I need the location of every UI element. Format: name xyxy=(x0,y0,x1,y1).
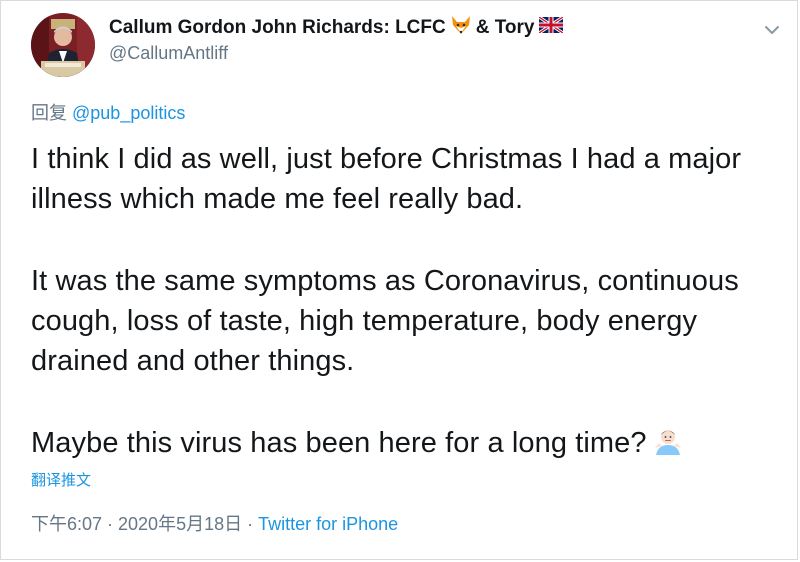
meta-separator: · xyxy=(242,514,259,534)
tweet-card: Callum Gordon John Richards: LCFC & Tory xyxy=(0,0,798,560)
avatar-photo xyxy=(31,13,95,77)
user-handle[interactable]: @CallumAntliff xyxy=(109,43,567,64)
chevron-down-icon[interactable] xyxy=(759,17,785,43)
tweet-text: I think I did as well, just before Chris… xyxy=(31,139,791,467)
reply-prefix: 回复 xyxy=(31,103,67,123)
display-name[interactable]: Callum Gordon John Richards: LCFC & Tory xyxy=(109,15,567,41)
tweet-header: Callum Gordon John Richards: LCFC & Tory xyxy=(31,13,567,79)
tweet-meta: 下午6:07 · 2020年5月18日 · Twitter for iPhone xyxy=(31,510,398,536)
display-name-text: Callum Gordon John Richards: LCFC xyxy=(109,17,446,38)
person-shrugging-icon xyxy=(653,426,683,467)
reply-context: 回复 @pub_politics xyxy=(31,99,185,125)
tweet-timestamp[interactable]: 下午6:07 · 2020年5月18日 xyxy=(31,514,242,534)
fox-face-icon xyxy=(450,15,472,41)
translate-tweet-link[interactable]: 翻译推文 xyxy=(31,469,91,490)
uk-flag-icon xyxy=(537,15,564,39)
tweet-paragraph-2: It was the same symptoms as Coronavirus,… xyxy=(31,265,739,377)
tweet-paragraph-3: Maybe this virus has been here for a lon… xyxy=(31,423,791,467)
tweet-source-link[interactable]: Twitter for iPhone xyxy=(258,514,398,534)
avatar[interactable] xyxy=(31,13,95,77)
tweet-paragraph-1: I think I did as well, just before Chris… xyxy=(31,143,742,215)
display-name-suffix: & Tory xyxy=(475,17,535,38)
tweet-paragraph-3-text: Maybe this virus has been here for a lon… xyxy=(31,427,647,459)
reply-mention-link[interactable]: @pub_politics xyxy=(72,103,185,123)
author-names: Callum Gordon John Richards: LCFC & Tory xyxy=(109,15,567,64)
